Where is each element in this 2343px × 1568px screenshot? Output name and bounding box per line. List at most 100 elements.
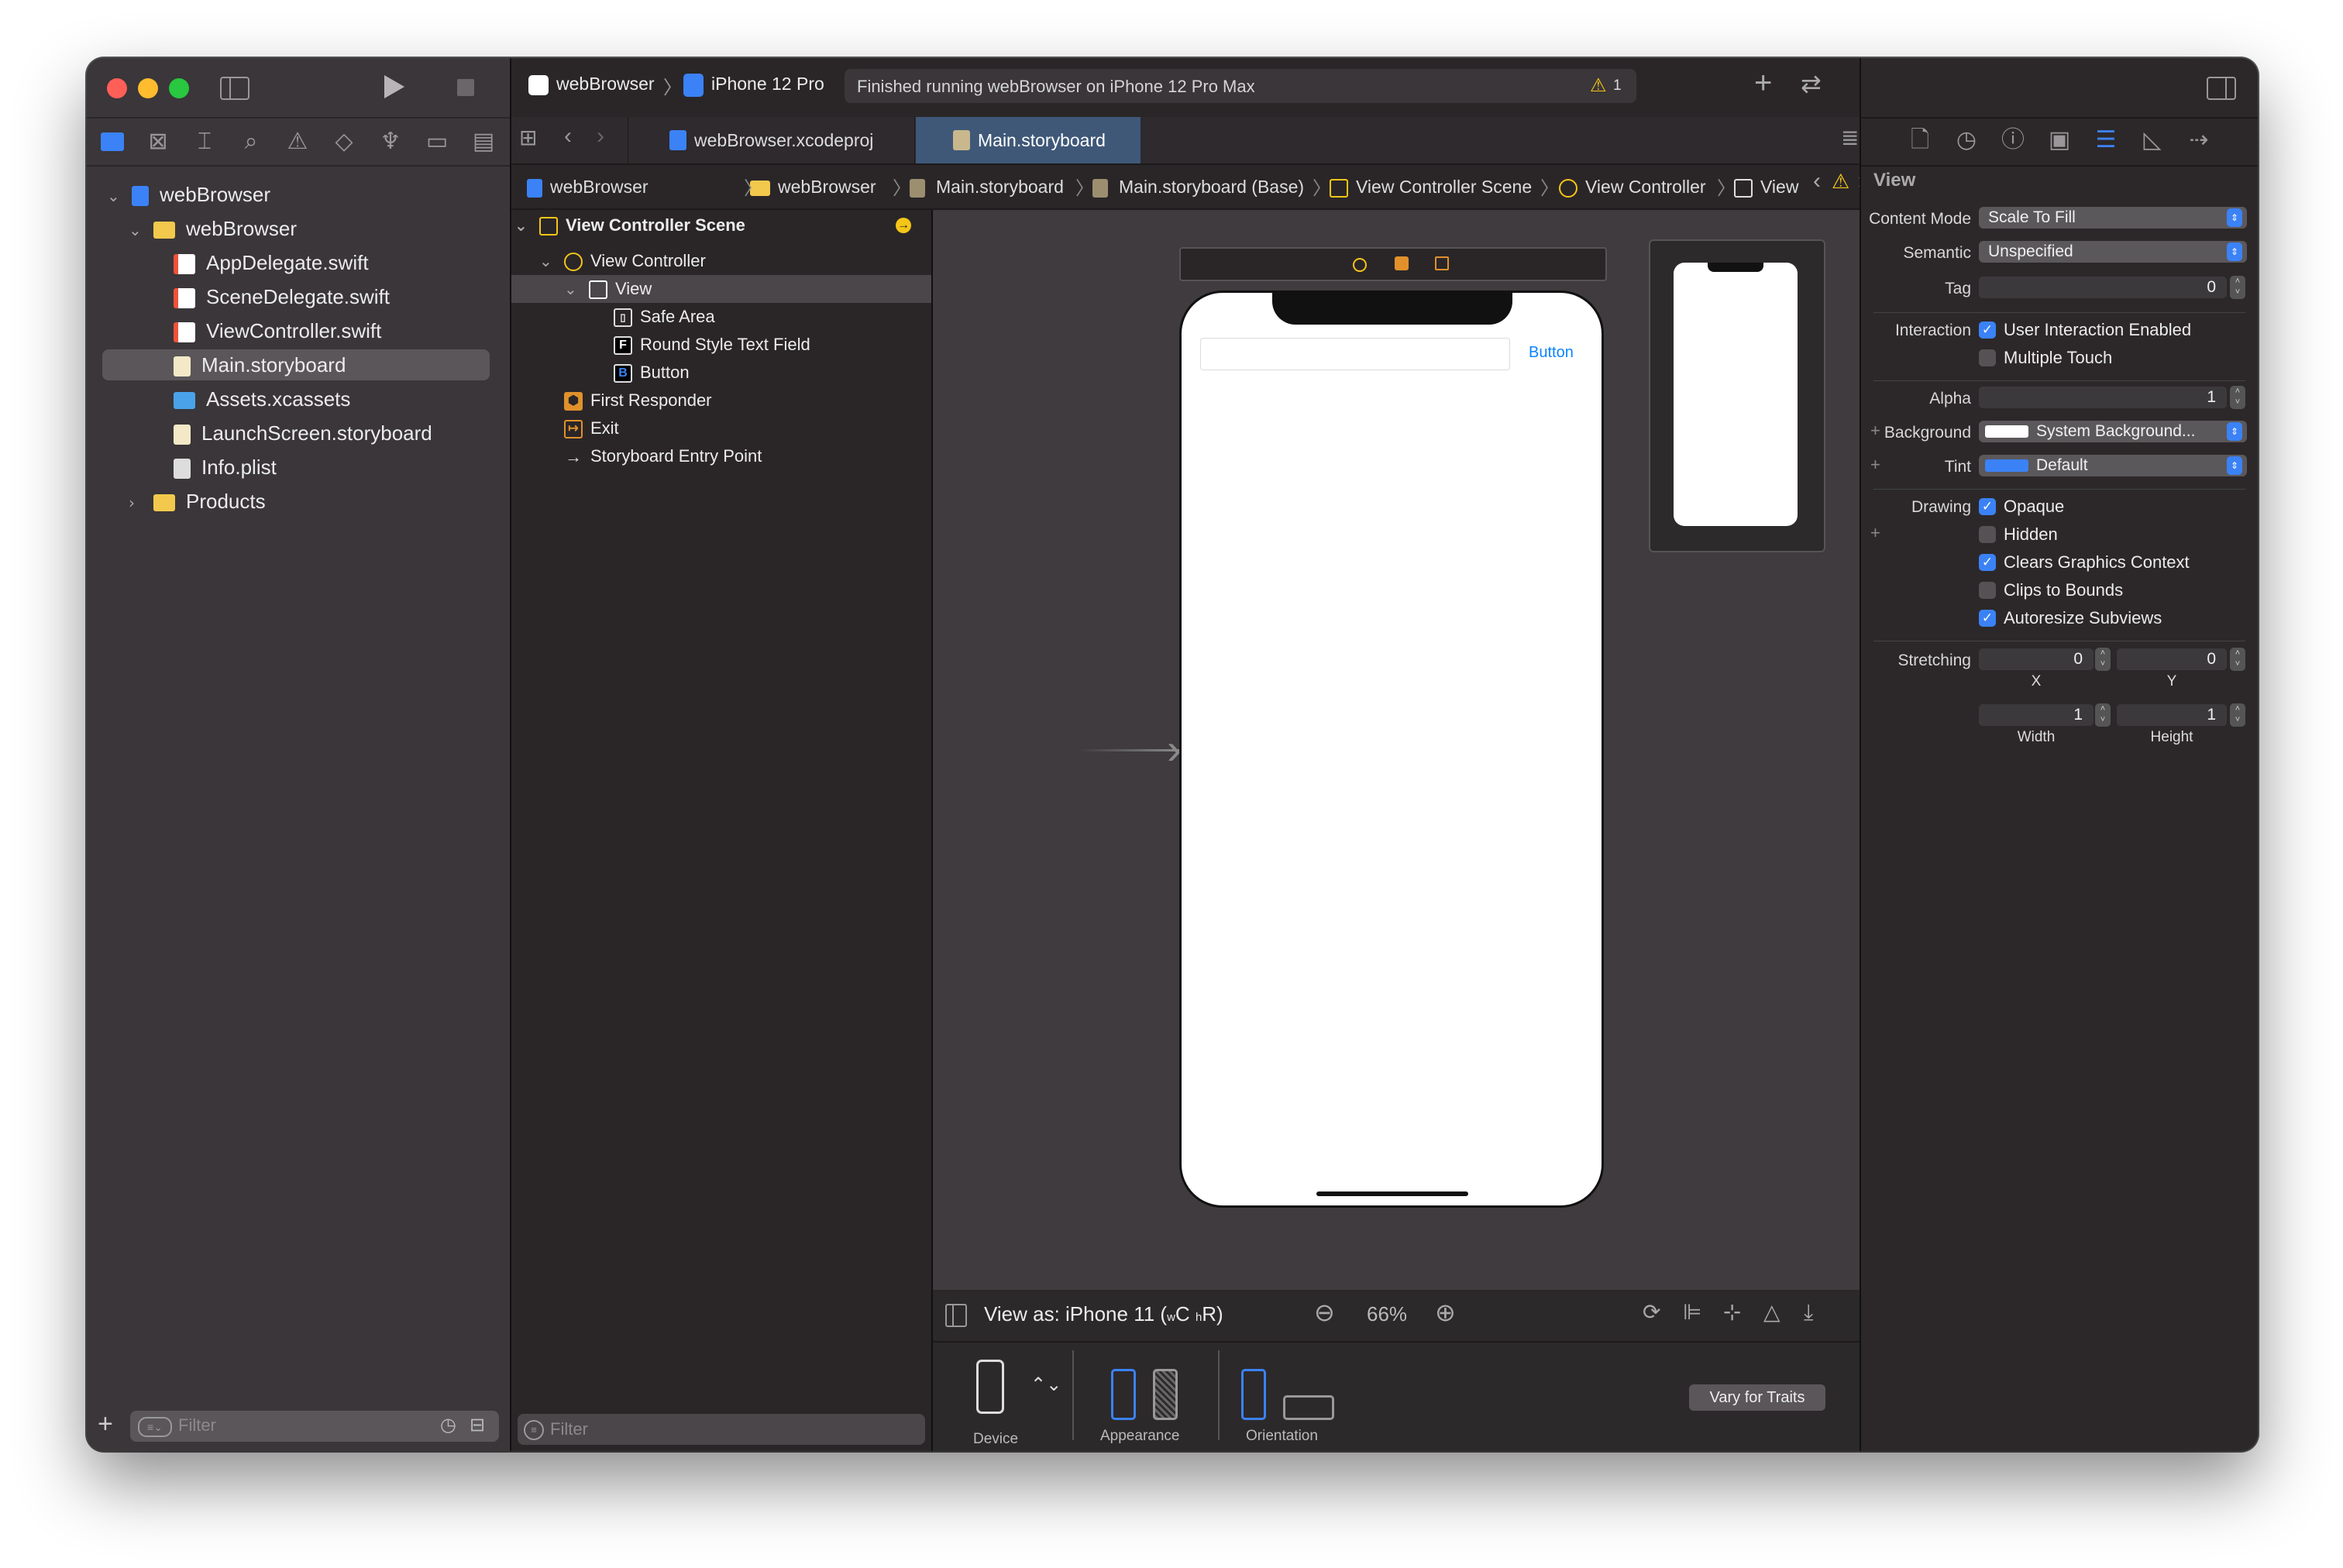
- autoresize-checkbox[interactable]: ✓: [1979, 610, 1996, 627]
- run-button[interactable]: [384, 75, 404, 98]
- history-inspector-icon[interactable]: ◷: [1951, 125, 1982, 156]
- outline-filter-field[interactable]: ≡ Filter: [518, 1414, 925, 1445]
- tag-field[interactable]: 0: [1979, 277, 2227, 298]
- opaque-checkbox[interactable]: ✓: [1979, 498, 1996, 515]
- related-items-icon[interactable]: ⊞: [519, 125, 537, 150]
- recent-files-icon[interactable]: ◷: [440, 1414, 456, 1436]
- forward-arrow-icon[interactable]: ›: [597, 123, 604, 150]
- tree-item-file[interactable]: Assets.xcassets: [174, 383, 350, 414]
- stretch-height-field[interactable]: 1: [2117, 704, 2227, 726]
- scheme-selector[interactable]: webBrowser: [556, 74, 655, 95]
- align-icon[interactable]: ⊫: [1683, 1299, 1701, 1325]
- iphone-frame[interactable]: Button: [1179, 291, 1604, 1208]
- close-window-button[interactable]: [107, 78, 127, 98]
- stretch-x-field[interactable]: 0: [1979, 648, 2094, 670]
- help-inspector-icon[interactable]: ⓘ: [1997, 125, 2028, 156]
- tree-item-file[interactable]: Info.plist: [174, 452, 277, 483]
- round-style-text-field[interactable]: [1200, 338, 1510, 370]
- breadcrumb-item[interactable]: View Controller: [1559, 171, 1706, 202]
- zoom-window-button[interactable]: [169, 78, 189, 98]
- breakpoint-icon[interactable]: ▭: [421, 126, 452, 157]
- tag-stepper[interactable]: ˄ ˅: [2230, 276, 2245, 299]
- size-inspector-icon[interactable]: ◺: [2137, 125, 2168, 156]
- breadcrumb-item[interactable]: webBrowser: [750, 171, 876, 202]
- canvas-minimap[interactable]: [1649, 239, 1825, 552]
- tree-item-folder[interactable]: › Products: [129, 486, 266, 517]
- stretch-x-stepper[interactable]: ˄ ˅: [2095, 648, 2111, 671]
- debug-icon[interactable]: ♆: [375, 126, 406, 157]
- tab-xcodeproj[interactable]: webBrowser.xcodeproj: [628, 117, 914, 163]
- arrow-right-circle-icon[interactable]: →: [896, 218, 911, 233]
- tree-item-file[interactable]: LaunchScreen.storyboard: [174, 418, 432, 449]
- breadcrumb-item[interactable]: Main.storyboard (Base): [1092, 171, 1304, 202]
- outline-entry-point[interactable]: → Storyboard Entry Point: [564, 442, 762, 470]
- tree-item-file[interactable]: ViewController.swift: [174, 315, 381, 346]
- resolve-issues-icon[interactable]: △: [1763, 1299, 1780, 1325]
- outline-view[interactable]: ⌄ View: [564, 275, 652, 303]
- portrait-orientation-icon[interactable]: [1241, 1369, 1266, 1420]
- zoom-in-icon[interactable]: ⊕: [1435, 1298, 1456, 1327]
- previous-issue-icon[interactable]: ‹: [1813, 168, 1821, 194]
- tree-item-folder[interactable]: ⌄ webBrowser: [129, 213, 297, 244]
- attributes-inspector-icon[interactable]: ☰: [2090, 125, 2121, 156]
- device-icon[interactable]: [976, 1360, 1004, 1414]
- source-control-filter-icon[interactable]: ⊟: [470, 1414, 485, 1436]
- outline-scene[interactable]: ⌄ View Controller Scene: [514, 211, 745, 239]
- tree-item-file-selected[interactable]: Main.storyboard: [102, 349, 490, 380]
- stop-button[interactable]: [457, 79, 474, 96]
- entry-point-arrow[interactable]: [1079, 749, 1179, 751]
- inspector-toggle-icon[interactable]: [2207, 77, 2236, 100]
- device-stepper-icon[interactable]: ⌃⌄: [1030, 1374, 1061, 1396]
- content-mode-popup[interactable]: Scale To Fill ⇕: [1979, 207, 2247, 229]
- source-control-icon[interactable]: ⊠: [143, 126, 174, 157]
- outline-safe-area[interactable]: ▯ Safe Area: [614, 303, 715, 331]
- vary-for-traits-button[interactable]: Vary for Traits: [1689, 1384, 1825, 1411]
- light-appearance-icon[interactable]: [1111, 1369, 1136, 1420]
- tree-item-project[interactable]: ⌄ webBrowser: [107, 179, 270, 210]
- embed-in-icon[interactable]: ⤓: [1804, 1299, 1813, 1326]
- outline-button[interactable]: B Button: [614, 359, 690, 387]
- tab-main-storyboard[interactable]: Main.storyboard: [916, 117, 1141, 163]
- dark-appearance-icon[interactable]: [1153, 1369, 1178, 1420]
- exit-icon[interactable]: [1435, 256, 1449, 270]
- add-icon[interactable]: +: [98, 1409, 113, 1439]
- find-icon[interactable]: ⌕: [236, 126, 267, 157]
- back-arrow-icon[interactable]: ‹: [564, 123, 572, 150]
- outline-exit[interactable]: ↦ Exit: [564, 414, 619, 442]
- add-constraints-icon[interactable]: ⊹: [1723, 1299, 1741, 1325]
- test-icon[interactable]: ◇: [329, 126, 360, 157]
- issue-icon[interactable]: ⚠: [282, 126, 313, 157]
- stretch-height-stepper[interactable]: ˄ ˅: [2230, 703, 2245, 727]
- alpha-stepper[interactable]: ˄ ˅: [2230, 386, 2245, 409]
- alpha-field[interactable]: 1: [1979, 387, 2227, 408]
- stretch-y-field[interactable]: 0: [2117, 648, 2227, 670]
- update-frames-icon[interactable]: ⟳: [1643, 1299, 1660, 1325]
- clips-to-bounds-checkbox[interactable]: [1979, 582, 1996, 599]
- sidebar-toggle-icon[interactable]: [220, 77, 249, 100]
- outline-text-field[interactable]: F Round Style Text Field: [614, 331, 810, 359]
- stretch-y-stepper[interactable]: ˄ ˅: [2230, 648, 2245, 671]
- breadcrumb-item[interactable]: View: [1734, 171, 1798, 202]
- view-as-label[interactable]: View as: iPhone 11 (wC hR): [984, 1302, 1223, 1326]
- zoom-out-icon[interactable]: ⊖: [1314, 1298, 1335, 1327]
- file-inspector-icon[interactable]: 🗋: [1904, 125, 1935, 156]
- user-interaction-checkbox[interactable]: ✓: [1979, 322, 1996, 339]
- first-responder-icon[interactable]: [1395, 256, 1409, 270]
- library-add-icon[interactable]: +: [1754, 66, 1772, 101]
- code-review-icon[interactable]: ⇄: [1801, 69, 1822, 98]
- symbol-navigator-icon[interactable]: ⌶: [189, 126, 220, 157]
- semantic-popup[interactable]: Unspecified ⇕: [1979, 241, 2247, 263]
- background-color-popup[interactable]: System Background... ⇕: [1979, 421, 2247, 442]
- warning-icon[interactable]: ⚠: [1590, 74, 1607, 97]
- folder-navigator-icon[interactable]: [101, 132, 124, 151]
- stretch-width-field[interactable]: 1: [1979, 704, 2094, 726]
- outline-toggle-icon[interactable]: [945, 1304, 967, 1327]
- stretch-width-stepper[interactable]: ˄ ˅: [2095, 703, 2111, 727]
- outline-view-controller[interactable]: ⌄ View Controller: [539, 247, 706, 275]
- connections-inspector-icon[interactable]: ⇢: [2183, 125, 2214, 156]
- report-icon[interactable]: ▤: [468, 126, 499, 157]
- tree-item-file[interactable]: SceneDelegate.swift: [174, 281, 390, 312]
- add-variation-icon[interactable]: +: [1870, 523, 1880, 543]
- breadcrumb-item[interactable]: webBrowser: [527, 171, 649, 202]
- view-controller-icon[interactable]: [1353, 258, 1367, 272]
